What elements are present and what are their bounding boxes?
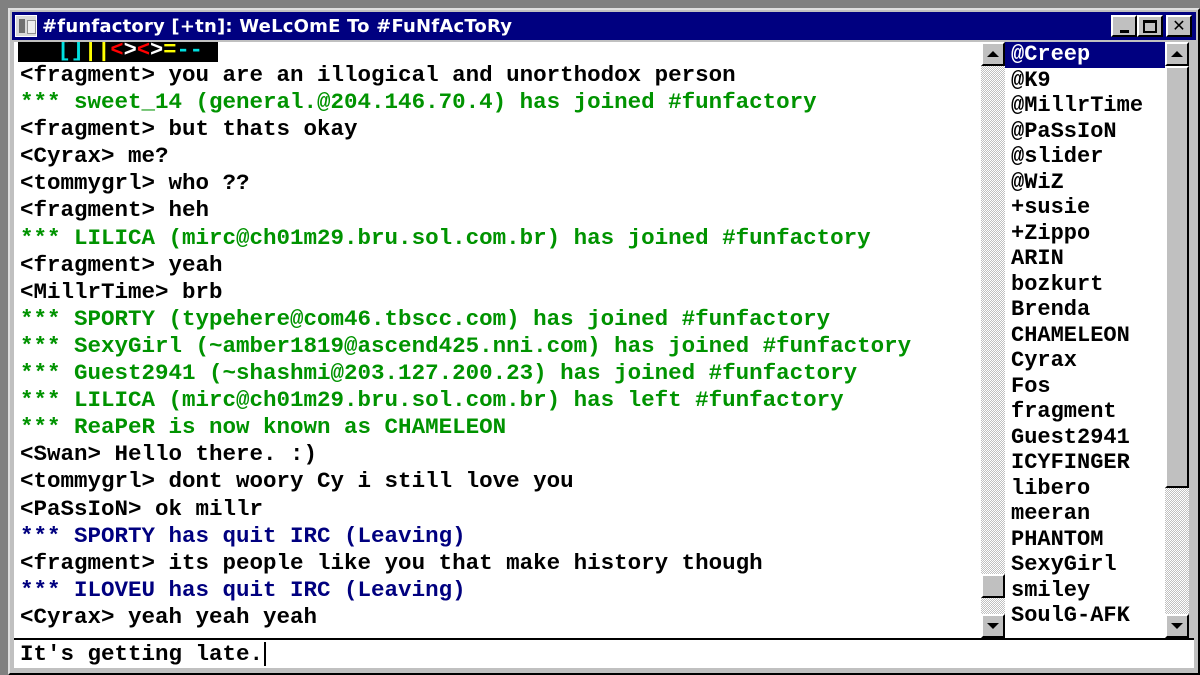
arrow-up-icon (1171, 51, 1183, 57)
minimize-button[interactable] (1111, 15, 1137, 37)
chat-scroll-down-button[interactable] (981, 614, 1005, 638)
maximize-icon (1143, 19, 1157, 33)
nicklist-scroll-up-button[interactable] (1165, 42, 1189, 66)
chat-scrollbar[interactable] (981, 42, 1005, 638)
chat-message: <MillrTime> brb (20, 278, 223, 305)
nick-list-item[interactable]: CHAMELEON (1005, 323, 1165, 349)
nicklist-scroll-thumb[interactable] (1165, 66, 1189, 488)
nick-list-item[interactable]: bozkurt (1005, 272, 1165, 298)
chat-messages[interactable]: [] || < > < > = -- <fragment> you are an illogi… (14, 42, 981, 638)
chat-log: <fragment> you are an illogical and unor… (14, 62, 981, 631)
minimize-icon (1119, 29, 1129, 33)
banner-segment: < (110, 42, 124, 62)
banner-segment: = (163, 42, 177, 62)
banner-segment: -- (176, 42, 203, 62)
window-controls: ✕ (1111, 15, 1192, 37)
nick-list-item[interactable]: fragment (1005, 399, 1165, 425)
message-input[interactable]: It's getting late. (14, 638, 1194, 668)
maximize-button[interactable] (1137, 15, 1163, 37)
nick-list-item[interactable]: ICYFINGER (1005, 450, 1165, 476)
window-title: #funfactory [+tn]: WeLcOmE To #FuNfAcToR… (42, 15, 513, 37)
arrow-up-icon (987, 51, 999, 57)
nick-list-item[interactable]: Fos (1005, 374, 1165, 400)
close-icon: ✕ (1172, 16, 1186, 35)
nick-list-item[interactable]: Cyrax (1005, 348, 1165, 374)
title-bar[interactable]: #funfactory [+tn]: WeLcOmE To #FuNfAcToR… (12, 12, 1196, 40)
nick-list-item[interactable]: ARIN (1005, 246, 1165, 272)
nick-list-item[interactable]: meeran (1005, 501, 1165, 527)
chat-message: <fragment> its people like you that make… (20, 549, 763, 576)
chat-event: *** LILICA (mirc@ch01m29.bru.sol.com.br)… (20, 224, 871, 251)
message-input-value: It's getting late. (20, 641, 264, 667)
nick-list-item[interactable]: @MillrTime (1005, 93, 1165, 119)
chat-event: *** SPORTY has quit IRC (Leaving) (20, 522, 466, 549)
nick-list-item[interactable]: +Zippo (1005, 221, 1165, 247)
chat-scroll-thumb[interactable] (981, 574, 1005, 599)
chat-message: <Swan> Hello there. :) (20, 441, 318, 468)
banner-segment: || (84, 42, 111, 62)
nicklist-scrollbar[interactable] (1165, 42, 1189, 638)
close-button[interactable]: ✕ (1166, 15, 1192, 37)
chat-event: *** ILOVEU has quit IRC (Leaving) (20, 576, 466, 603)
banner-segment: > (150, 42, 164, 62)
chat-message: <fragment> heh (20, 197, 210, 224)
chat-message: <fragment> you are an illogical and unor… (20, 62, 736, 88)
nick-list-item[interactable]: @WiZ (1005, 170, 1165, 196)
nick-list-item[interactable]: @K9 (1005, 68, 1165, 94)
nick-list-item[interactable]: SexyGirl (1005, 552, 1165, 578)
nicklist-scroll-down-button[interactable] (1165, 614, 1189, 638)
chat-message: <Cyrax> yeah yeah yeah (20, 603, 318, 630)
nick-list-item[interactable]: Brenda (1005, 297, 1165, 323)
chat-message: <PaSsIoN> ok millr (20, 495, 264, 522)
chat-message: <fragment> yeah (20, 251, 223, 278)
banner-segment: [] (57, 42, 85, 62)
chat-event: *** LILICA (mirc@ch01m29.bru.sol.com.br)… (20, 387, 844, 414)
nick-list-item[interactable]: PHANTOM (1005, 527, 1165, 553)
nick-list-item[interactable]: @Creep (1005, 42, 1165, 68)
nick-list-item[interactable]: SoulG-AFK (1005, 603, 1165, 629)
chat-event: *** SexyGirl (~amber1819@ascend425.nni.c… (20, 332, 912, 359)
chat-event: *** sweet_14 (general.@204.146.70.4) has… (20, 89, 817, 116)
arrow-down-icon (1171, 623, 1183, 629)
nick-list-item[interactable]: Guest2941 (1005, 425, 1165, 451)
channel-window-icon[interactable] (15, 15, 37, 37)
chat-event: *** SPORTY (typehere@com46.tbscc.com) ha… (20, 305, 831, 332)
arrow-down-icon (987, 623, 999, 629)
banner-segment: < (136, 42, 151, 62)
chat-event: *** ReaPeR is now known as CHAMELEON (20, 414, 507, 441)
chat-message: <fragment> but thats okay (20, 116, 358, 143)
channel-window: #funfactory [+tn]: WeLcOmE To #FuNfAcToR… (8, 8, 1200, 675)
text-caret (264, 642, 267, 666)
nick-list-item[interactable]: @slider (1005, 144, 1165, 170)
chat-message: <tommygrl> dont woory Cy i still love yo… (20, 468, 574, 495)
banner-segment: > (123, 42, 137, 62)
chat-scroll-up-button[interactable] (981, 42, 1005, 66)
nick-list[interactable]: @Creep @K9 @MillrTime @PaSsIoN @slider @WiZ +s… (1005, 42, 1165, 638)
chat-message: <tommygrl> who ?? (20, 170, 250, 197)
nick-list-item[interactable]: libero (1005, 476, 1165, 502)
chat-event: *** Guest2941 (~shashmi@203.127.200.23) … (20, 360, 858, 387)
nick-list-item[interactable]: +susie (1005, 195, 1165, 221)
chat-message: <Cyrax> me? (20, 143, 169, 170)
banner-segment (18, 42, 58, 62)
nick-list-item[interactable]: smiley (1005, 578, 1165, 604)
nick-list-item[interactable]: @PaSsIoN (1005, 119, 1165, 145)
channel-banner: [] || < > < > = -- (18, 42, 218, 62)
